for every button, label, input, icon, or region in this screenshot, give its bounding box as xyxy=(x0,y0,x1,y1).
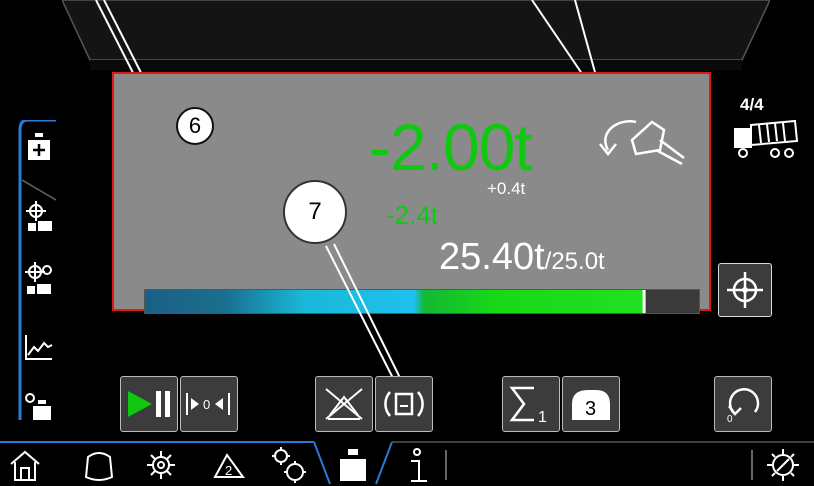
sidebar-item-zero-weigh[interactable] xyxy=(22,390,56,424)
tools-icon xyxy=(767,449,799,481)
weighing-screen: 6 -2.00t +0.4t -2.4t 25.40t/25.0t 7 4/4 xyxy=(0,0,814,486)
bucket-number: 3 xyxy=(585,398,596,420)
sidebar-item-position-weigh[interactable] xyxy=(22,200,56,234)
zero-set-icon: 0 xyxy=(186,393,230,415)
reset-icon: 0 xyxy=(727,388,760,424)
trend-chart-icon xyxy=(25,335,53,360)
home-icon xyxy=(10,450,40,481)
bucket-count-button[interactable]: 3 xyxy=(562,376,620,432)
bucket-icon xyxy=(84,452,114,481)
nav-info[interactable] xyxy=(396,444,438,486)
info-icon xyxy=(411,448,427,482)
nav-bucket[interactable] xyxy=(78,444,120,486)
zero-weigh-icon xyxy=(25,393,51,420)
sum-subscript: 1 xyxy=(538,409,547,424)
zero-set-button[interactable]: 0 xyxy=(180,376,238,432)
nav-weigh-active[interactable] xyxy=(332,444,374,486)
nav-settings-gears[interactable] xyxy=(268,444,310,486)
cancel-load-button[interactable] xyxy=(315,376,373,432)
svg-text:0: 0 xyxy=(727,414,733,424)
cancel-load-icon xyxy=(325,388,363,420)
play-pause-button[interactable] xyxy=(120,376,178,432)
sidebar-item-trend-chart[interactable] xyxy=(22,330,56,364)
bucket-count-icon: 3 xyxy=(572,390,610,420)
gear-icon xyxy=(147,451,175,479)
play-pause-icon xyxy=(128,391,170,417)
multi-position-icon xyxy=(25,262,52,294)
crosshair-icon xyxy=(727,272,763,308)
sidebar-item-multi-position[interactable] xyxy=(22,262,56,296)
reset-zero-button[interactable]: 0 xyxy=(714,376,772,432)
nav-tools[interactable] xyxy=(762,444,804,486)
truck-counter: 4/4 xyxy=(740,95,764,114)
svg-text:2: 2 xyxy=(225,463,232,478)
truck-icon xyxy=(734,119,799,158)
nav-mode-2[interactable]: 2 xyxy=(208,444,250,486)
settings-gear-icon xyxy=(272,447,306,483)
position-weigh-icon xyxy=(26,201,52,231)
weigh-icon xyxy=(340,449,366,481)
svg-text:0: 0 xyxy=(203,397,210,412)
callout-7: 7 xyxy=(283,180,347,244)
tare-cycle-icon xyxy=(384,391,424,417)
position-target-button[interactable] xyxy=(718,263,772,317)
mode-2-icon: 2 xyxy=(213,453,245,478)
tare-weigh-icon xyxy=(28,133,50,160)
nav-home[interactable] xyxy=(4,444,46,486)
sum-button[interactable]: 1 xyxy=(502,376,560,432)
nav-machine-gear[interactable] xyxy=(140,444,182,486)
sidebar-item-tare-weigh[interactable] xyxy=(22,130,56,164)
tare-cycle-button[interactable] xyxy=(375,376,433,432)
sum-icon: 1 xyxy=(509,386,547,424)
